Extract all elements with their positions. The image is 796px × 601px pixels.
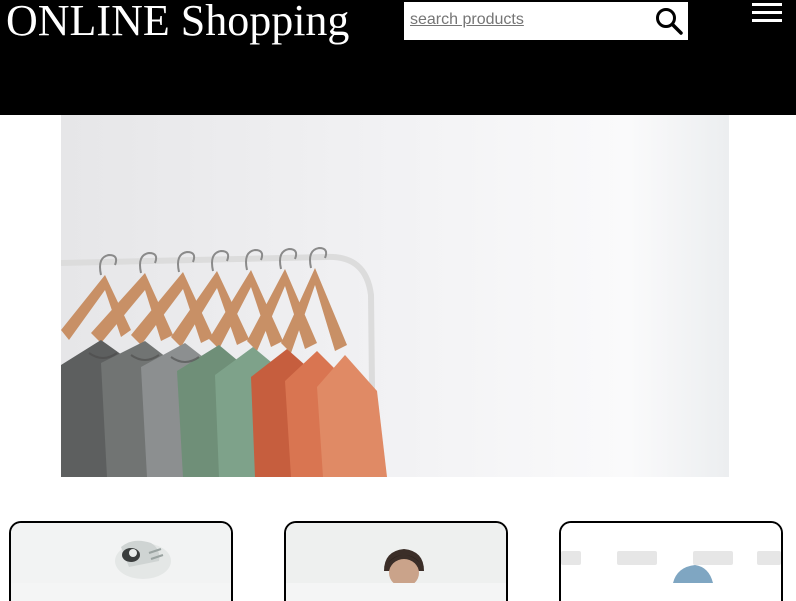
search-box[interactable]: search products xyxy=(404,2,688,40)
sneaker-photo xyxy=(11,523,231,583)
brand-title[interactable]: ONLINE Shopping xyxy=(6,0,349,45)
hero-banner-image xyxy=(61,115,729,477)
watermarked-product-photo xyxy=(561,523,781,583)
clothes-rack-photo xyxy=(61,115,729,477)
search-icon[interactable] xyxy=(654,6,684,36)
product-card[interactable] xyxy=(284,521,508,601)
product-card[interactable] xyxy=(9,521,233,601)
man-portrait-photo xyxy=(286,523,506,587)
search-input[interactable]: search products xyxy=(410,10,524,30)
product-card[interactable] xyxy=(559,521,783,601)
hamburger-menu-icon[interactable] xyxy=(752,1,782,23)
top-header: ONLINE Shopping search products xyxy=(0,0,796,115)
